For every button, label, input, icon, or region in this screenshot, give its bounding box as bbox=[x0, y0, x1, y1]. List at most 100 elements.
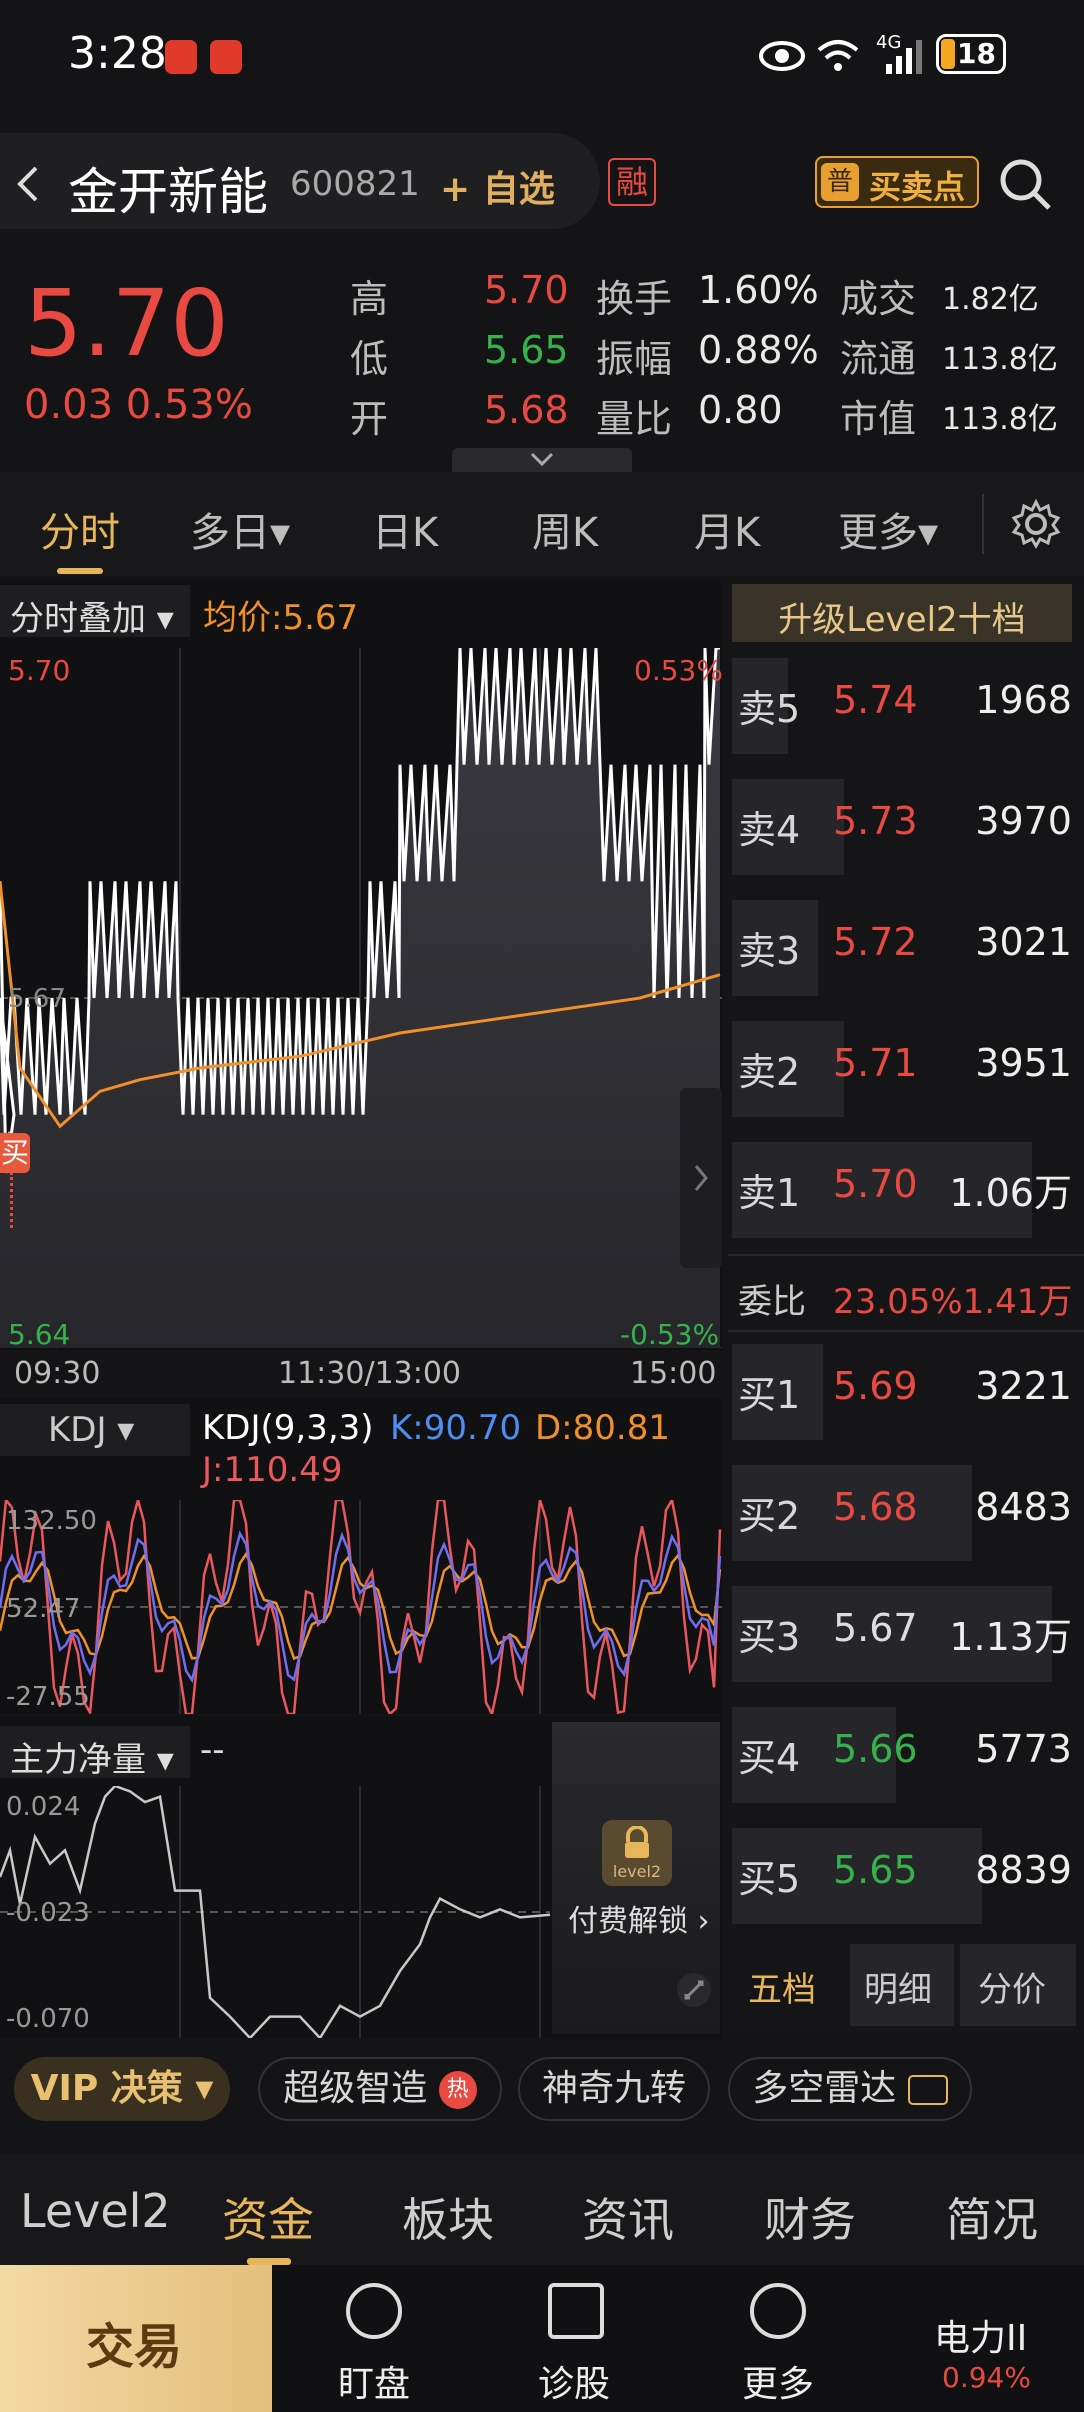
settings-gear-icon[interactable] bbox=[1010, 498, 1062, 550]
level-label: 买1 bbox=[738, 1373, 801, 1417]
bids-row[interactable]: 买2 5.68 8483 bbox=[728, 1455, 1084, 1565]
add-watchlist-button[interactable]: + 自选 bbox=[440, 160, 555, 212]
crosshair-icon bbox=[346, 2283, 402, 2339]
expand-icon[interactable] bbox=[676, 1972, 712, 2008]
buysell-label: 买卖点 bbox=[869, 168, 966, 206]
indicator-label: KDJ ▾ bbox=[48, 1410, 135, 1450]
tab-five-level[interactable]: 五档 bbox=[748, 1962, 816, 2011]
tab-price-dist-label: 分价 bbox=[978, 1970, 1046, 2010]
ratio-value: 23.05%1.41万 bbox=[833, 1282, 1073, 1322]
stat-label: 开 bbox=[350, 397, 389, 441]
unlock-label: 付费解锁 › bbox=[568, 1904, 710, 1939]
status-bar: 3:28 4G 18 bbox=[0, 0, 1084, 110]
time-close: 15:00 bbox=[630, 1356, 717, 1391]
tab-2[interactable]: 日K bbox=[372, 500, 438, 558]
tab-price-dist[interactable]: 分价 bbox=[960, 1944, 1076, 2026]
kdj-mid-label: 52.47 bbox=[6, 1594, 81, 1624]
stat-value: 1.82亿 bbox=[942, 282, 1039, 317]
time-open: 09:30 bbox=[14, 1356, 101, 1391]
battery-level: 18 bbox=[957, 37, 996, 70]
level-volume: 8483 bbox=[975, 1485, 1072, 1529]
kdj-svg bbox=[0, 1500, 722, 1714]
tab-3[interactable]: 周K bbox=[532, 500, 598, 558]
indicator-selector[interactable]: KDJ ▾ bbox=[0, 1404, 190, 1456]
level-label: 买5 bbox=[738, 1857, 801, 1901]
trade-button[interactable]: 交易 bbox=[0, 2265, 272, 2412]
stat-value: 5.68 bbox=[484, 388, 569, 432]
content-tab-1[interactable]: 资金 bbox=[222, 2184, 314, 2250]
expand-handle[interactable] bbox=[452, 448, 632, 474]
paywall-overlay[interactable]: level2 付费解锁 › bbox=[552, 1722, 720, 2034]
stat-label: 量比 bbox=[596, 397, 673, 441]
stock-name: 金开新能 bbox=[68, 163, 268, 221]
content-tab-2[interactable]: 板块 bbox=[402, 2184, 494, 2250]
content-tab-5[interactable]: 简况 bbox=[946, 2184, 1038, 2250]
kdj-bottom-label: -27.55 bbox=[6, 1682, 90, 1712]
content-tab-3[interactable]: 资讯 bbox=[582, 2184, 674, 2250]
upgrade-level2-button[interactable]: 升级Level2十档 bbox=[732, 584, 1072, 642]
signal-icon bbox=[886, 40, 922, 74]
stock-code: 600821 bbox=[290, 164, 420, 204]
stat-label: 低 bbox=[350, 337, 389, 381]
bids-row[interactable]: 买5 5.65 8839 bbox=[728, 1818, 1084, 1928]
side-handle bbox=[680, 1088, 722, 1268]
sector-quote-button[interactable]: 电力II 0.94% bbox=[880, 2265, 1080, 2412]
capital-bottom-label: -0.070 bbox=[6, 2004, 90, 2034]
level-price: 5.68 bbox=[833, 1485, 918, 1529]
bids-row[interactable]: 买3 5.67 1.13万 bbox=[728, 1576, 1084, 1686]
asks-row[interactable]: 卖3 5.72 3021 bbox=[728, 890, 1084, 1000]
sector-name: 电力II bbox=[934, 2318, 1028, 2359]
search-icon[interactable] bbox=[995, 154, 1055, 214]
app-notification-icon bbox=[165, 40, 197, 74]
capital-selector[interactable]: 主力净量 ▾ bbox=[0, 1726, 190, 1780]
level-volume: 1968 bbox=[975, 678, 1072, 722]
back-icon[interactable] bbox=[14, 164, 42, 204]
depth-tabs: 五档 明细 分价 bbox=[728, 1940, 1084, 2030]
level-volume: 5773 bbox=[975, 1727, 1072, 1771]
diagnose-button[interactable]: 诊股 bbox=[500, 2265, 650, 2412]
overlay-label: 分时叠加 ▾ bbox=[10, 599, 174, 639]
content-tab-indicator bbox=[247, 2258, 291, 2265]
level-volume: 8839 bbox=[975, 1848, 1072, 1892]
level-label: 买4 bbox=[738, 1736, 801, 1780]
tab-1[interactable]: 多日▾ bbox=[190, 500, 290, 558]
overlay-selector[interactable]: 分时叠加 ▾ bbox=[0, 585, 190, 639]
avg-price-label: 均价:5.67 bbox=[203, 598, 359, 638]
bull-bear-radar-button[interactable]: 多空雷达 bbox=[728, 2057, 972, 2121]
content-tab-0[interactable]: Level2 bbox=[20, 2184, 171, 2238]
eye-icon bbox=[759, 41, 805, 71]
stat-value: 113.8亿 bbox=[942, 402, 1058, 437]
sector-pct: 0.94% bbox=[942, 2361, 1031, 2394]
super-smart-button[interactable]: 超级智造 热 bbox=[258, 2057, 502, 2121]
stat-label: 市值 bbox=[840, 397, 917, 441]
level-label: 买2 bbox=[738, 1494, 801, 1538]
bids-row[interactable]: 买4 5.66 5773 bbox=[728, 1697, 1084, 1807]
bids-row[interactable]: 买1 5.69 3221 bbox=[728, 1334, 1084, 1444]
asks-row[interactable]: 卖1 5.70 1.06万 bbox=[728, 1132, 1084, 1242]
level-volume: 3021 bbox=[975, 920, 1072, 964]
watch-button[interactable]: 盯盘 bbox=[300, 2265, 450, 2412]
level-volume: 1.13万 bbox=[949, 1615, 1072, 1659]
asks-row[interactable]: 卖4 5.73 3970 bbox=[728, 769, 1084, 879]
asks-row[interactable]: 卖2 5.71 3951 bbox=[728, 1011, 1084, 1121]
level-price: 5.71 bbox=[833, 1041, 918, 1085]
buysell-points-button[interactable]: 普 买卖点 bbox=[815, 156, 979, 208]
time-mid: 11:30/13:00 bbox=[278, 1356, 462, 1391]
asks-row[interactable]: 卖5 5.74 1968 bbox=[728, 648, 1084, 758]
vip-decision-button[interactable]: VIP 决策 ▾ bbox=[14, 2057, 230, 2121]
tab-5[interactable]: 更多▾ bbox=[838, 500, 938, 558]
tab-detail-label: 明细 bbox=[864, 1970, 932, 2010]
tab-4[interactable]: 月K bbox=[694, 500, 760, 558]
tab-detail[interactable]: 明细 bbox=[850, 1944, 954, 2026]
level-label: 卖1 bbox=[738, 1171, 801, 1215]
magic-nine-button[interactable]: 神奇九转 bbox=[518, 2057, 710, 2121]
lock-icon: level2 bbox=[602, 1820, 672, 1886]
tab-0[interactable]: 分时 bbox=[40, 500, 120, 558]
stat-value: 1.60% bbox=[698, 268, 819, 312]
more-button[interactable]: 更多 bbox=[704, 2265, 854, 2412]
level-volume: 3951 bbox=[975, 1041, 1072, 1085]
level-price: 5.69 bbox=[833, 1364, 918, 1408]
ratio-label: 委比 bbox=[738, 1282, 806, 1322]
content-tab-4[interactable]: 财务 bbox=[764, 2184, 856, 2250]
buy-marker[interactable]: 买 bbox=[0, 1133, 30, 1173]
